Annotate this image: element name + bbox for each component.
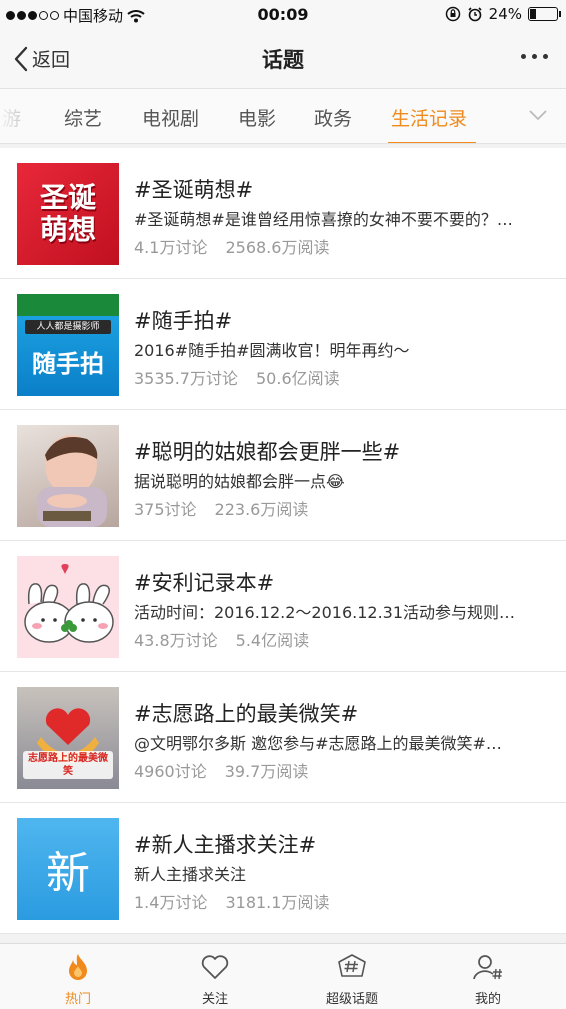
tab-variety[interactable]: 综艺 bbox=[64, 104, 102, 131]
topic-description: @文明鄂尔多斯 邀您参与#志愿路上的最美微笑#… bbox=[134, 734, 502, 753]
tabbar-label: 我的 bbox=[474, 992, 501, 1007]
topic-item-notebook[interactable]: #安利记录本# 活动时间：2016.12.2～2016.12.31活动参与规则…… bbox=[0, 541, 566, 672]
thumbnail-text: 新 bbox=[46, 848, 90, 899]
battery-percent: 24% bbox=[488, 5, 522, 23]
discussion-count: 43.8万讨论 bbox=[134, 631, 218, 650]
read-count: 223.6万阅读 bbox=[214, 500, 309, 519]
topic-list: 圣诞萌想 #圣诞萌想# #圣诞萌想#是谁曾经用惊喜撩的女神不要不要的？… 4.1… bbox=[0, 148, 566, 934]
tabbar-label: 超级话题 bbox=[325, 992, 378, 1007]
discussion-count: 4960讨论 bbox=[134, 762, 207, 781]
discussion-count: 1.4万讨论 bbox=[134, 893, 208, 912]
more-icon bbox=[521, 54, 526, 59]
read-count: 50.6亿阅读 bbox=[256, 369, 340, 388]
read-count: 2568.6万阅读 bbox=[225, 238, 330, 257]
topic-thumbnail: 人人都是摄影师 随手拍 bbox=[17, 294, 119, 396]
topic-stats: 3535.7万讨论 50.6亿阅读 bbox=[134, 365, 340, 389]
topic-item-volunteer[interactable]: 志愿路上的最美微笑 #志愿路上的最美微笑# @文明鄂尔多斯 邀您参与#志愿路上的… bbox=[0, 672, 566, 803]
topic-title: #志愿路上的最美微笑# bbox=[134, 702, 359, 726]
tab-fade bbox=[0, 89, 40, 143]
read-count: 3181.1万阅读 bbox=[225, 893, 330, 912]
status-right: 24% bbox=[445, 5, 561, 23]
topic-description: #圣诞萌想#是谁曾经用惊喜撩的女神不要不要的？… bbox=[134, 210, 513, 229]
tabbar-me[interactable]: 我的 bbox=[418, 952, 558, 1007]
battery-icon bbox=[528, 7, 561, 21]
topic-thumbnail: 圣诞萌想 bbox=[17, 163, 119, 265]
topic-stats: 1.4万讨论 3181.1万阅读 bbox=[134, 889, 329, 913]
read-count: 39.7万阅读 bbox=[224, 762, 309, 781]
topic-item-smart-girls[interactable]: #聪明的姑娘都会更胖一些# 据说聪明的姑娘都会胖一点😂 375讨论 223.6万阅… bbox=[0, 410, 566, 541]
category-tabs: 游 综艺 电视剧 电影 政务 生活记录 bbox=[0, 88, 566, 144]
discussion-count: 375讨论 bbox=[134, 500, 197, 519]
heart-icon bbox=[201, 955, 229, 979]
page-title: 话题 bbox=[262, 48, 304, 72]
topic-thumbnail bbox=[17, 556, 119, 658]
chevron-down-icon[interactable] bbox=[528, 109, 548, 121]
tabbar-super-topic[interactable]: 超级话题 bbox=[282, 952, 422, 1007]
nav-bar: 返回 话题 bbox=[0, 30, 566, 88]
thumbnail-text: 随手拍 bbox=[32, 349, 104, 378]
child-photo bbox=[37, 435, 107, 527]
tabbar-hot[interactable]: 热门 bbox=[8, 952, 148, 1007]
flame-icon bbox=[69, 954, 87, 980]
topic-thumbnail: 志愿路上的最美微笑 bbox=[17, 687, 119, 789]
topic-item-christmas[interactable]: 圣诞萌想 #圣诞萌想# #圣诞萌想#是谁曾经用惊喜撩的女神不要不要的？… 4.1… bbox=[0, 148, 566, 279]
tab-movies[interactable]: 电影 bbox=[238, 104, 276, 131]
topic-stats: 375讨论 223.6万阅读 bbox=[134, 496, 308, 520]
tab-government[interactable]: 政务 bbox=[314, 104, 352, 131]
active-tab-indicator bbox=[388, 142, 476, 143]
topic-stats: 4.1万讨论 2568.6万阅读 bbox=[134, 234, 329, 258]
thumbnail-text: 圣诞萌想 bbox=[39, 181, 96, 246]
thumbnail-text: 志愿路上的最美微笑 bbox=[23, 751, 113, 779]
bottom-tab-bar: 热门 关注 超级话题 我的 bbox=[0, 943, 566, 1009]
profile-icon bbox=[473, 955, 502, 980]
topic-item-snapshot[interactable]: 人人都是摄影师 随手拍 #随手拍# 2016#随手拍#圆满收官！明年再约～ 35… bbox=[0, 279, 566, 410]
topic-description: 据说聪明的姑娘都会胖一点😂 bbox=[134, 472, 345, 491]
topic-title: #新人主播求关注# bbox=[134, 833, 317, 857]
hashtag-icon bbox=[338, 954, 366, 977]
topic-description: 2016#随手拍#圆满收官！明年再约～ bbox=[134, 341, 410, 360]
discussion-count: 3535.7万讨论 bbox=[134, 369, 238, 388]
more-button[interactable] bbox=[521, 54, 548, 59]
alarm-icon bbox=[468, 7, 482, 22]
tab-life-record[interactable]: 生活记录 bbox=[391, 104, 467, 131]
tabbar-label: 关注 bbox=[201, 992, 228, 1007]
topic-title: #随手拍# bbox=[134, 309, 233, 333]
topic-item-new-streamer[interactable]: 新 #新人主播求关注# 新人主播求关注 1.4万讨论 3181.1万阅读 bbox=[0, 803, 566, 934]
topic-title: #圣诞萌想# bbox=[134, 178, 254, 202]
topic-description: 新人主播求关注 bbox=[134, 865, 247, 884]
topic-title: #安利记录本# bbox=[134, 571, 275, 595]
rotation-lock-icon bbox=[445, 6, 460, 22]
topic-title: #聪明的姑娘都会更胖一些# bbox=[134, 440, 401, 464]
tab-tv-series[interactable]: 电视剧 bbox=[142, 104, 199, 131]
bunny-illustration bbox=[24, 564, 114, 643]
tabbar-follow[interactable]: 关注 bbox=[145, 952, 285, 1007]
topic-description: 活动时间：2016.12.2～2016.12.31活动参与规则… bbox=[134, 603, 516, 622]
topic-thumbnail bbox=[17, 425, 119, 527]
status-bar: 中国移动 00:09 24% bbox=[0, 0, 566, 30]
read-count: 5.4亿阅读 bbox=[235, 631, 310, 650]
topic-stats: 4960讨论 39.7万阅读 bbox=[134, 758, 308, 782]
topic-stats: 43.8万讨论 5.4亿阅读 bbox=[134, 627, 309, 651]
topic-thumbnail: 新 bbox=[17, 818, 119, 920]
tabbar-label: 热门 bbox=[64, 992, 91, 1007]
discussion-count: 4.1万讨论 bbox=[134, 238, 208, 257]
